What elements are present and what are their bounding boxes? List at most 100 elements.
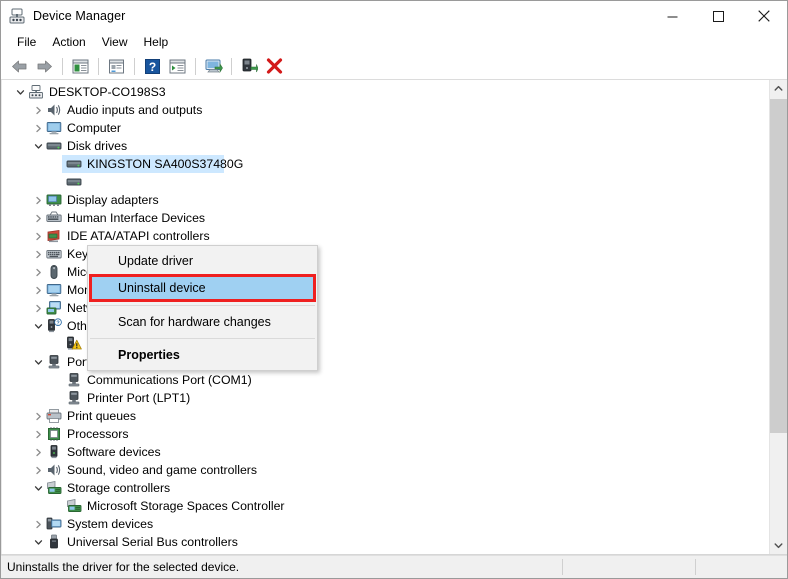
unknown-device-icon: ?: [46, 318, 62, 334]
tree-item-sound-video-and-game-controllers[interactable]: Sound, video and game controllers: [2, 461, 769, 479]
tree-item-label: Software devices: [67, 445, 161, 459]
processor-icon: [46, 426, 62, 442]
tree-item-ide-ata-atapi-controllers[interactable]: IDE ATA/ATAPI controllers: [2, 227, 769, 245]
context-menu-update-driver[interactable]: Update driver: [88, 248, 317, 274]
chevron-right-icon[interactable]: [30, 408, 46, 424]
context-menu-item-label: Properties: [118, 348, 180, 362]
tree-item-label: Processors: [67, 427, 129, 441]
chevron-right-icon[interactable]: [30, 516, 46, 532]
content-area: DESKTOP-CO198S3 Audio inputs and outputs: [1, 80, 787, 555]
tree-item-label: Computer: [67, 121, 121, 135]
tree-item-processors[interactable]: Processors: [2, 425, 769, 443]
chevron-down-icon[interactable]: [30, 534, 46, 550]
status-bar-divider: [562, 559, 563, 575]
tree-item-software-devices[interactable]: Software devices: [2, 443, 769, 461]
chevron-right-icon[interactable]: [30, 264, 46, 280]
tree-item-label: IDE ATA/ATAPI controllers: [67, 229, 210, 243]
maximize-button[interactable]: [695, 1, 741, 31]
chevron-right-icon[interactable]: [30, 192, 46, 208]
svg-text:?: ?: [56, 320, 59, 326]
port-icon: [46, 354, 62, 370]
chevron-right-icon[interactable]: [30, 282, 46, 298]
tree-item-label: Communications Port (COM1): [87, 373, 252, 387]
tree-item-disk-drive-second[interactable]: [2, 173, 769, 191]
context-menu: Update driver Uninstall device Scan for …: [87, 245, 318, 371]
speaker-icon: [46, 462, 62, 478]
update-driver-icon[interactable]: [201, 55, 225, 77]
chevron-down-icon[interactable]: [30, 480, 46, 496]
chevron-down-icon[interactable]: [30, 138, 46, 154]
tree-item-print-queues[interactable]: Print queues: [2, 407, 769, 425]
chevron-right-icon[interactable]: [30, 426, 46, 442]
tree-item-label: Sound, video and game controllers: [67, 463, 258, 477]
tree-item-storage-controllers[interactable]: Storage controllers: [2, 479, 769, 497]
context-menu-separator: [90, 338, 315, 339]
menu-action[interactable]: Action: [44, 33, 93, 51]
ide-controller-icon: [46, 228, 62, 244]
menu-help[interactable]: Help: [136, 33, 177, 51]
tree-item-communications-port-com1[interactable]: Communications Port (COM1): [2, 371, 769, 389]
menu-view[interactable]: View: [94, 33, 136, 51]
context-menu-properties[interactable]: Properties: [88, 342, 317, 368]
tree-item-microsoft-storage-spaces-controller[interactable]: Microsoft Storage Spaces Controller: [2, 497, 769, 515]
toolbar: ?: [1, 53, 787, 80]
minimize-button[interactable]: [649, 1, 695, 31]
properties-icon[interactable]: [104, 55, 128, 77]
chevron-down-icon[interactable]: [30, 354, 46, 370]
chevron-right-icon[interactable]: [30, 120, 46, 136]
chevron-down-icon[interactable]: [12, 84, 28, 100]
forward-icon[interactable]: [32, 55, 56, 77]
tree-item-desktop[interactable]: DESKTOP-CO198S3: [2, 83, 769, 101]
tree-item-label: Display adapters: [67, 193, 159, 207]
storage-controller-icon: [46, 480, 62, 496]
device-tree[interactable]: DESKTOP-CO198S3 Audio inputs and outputs: [1, 80, 769, 554]
scroll-down-button[interactable]: [770, 537, 787, 554]
tree-item-kingston-disk[interactable]: KINGSTON SA400S37480G: [2, 155, 769, 173]
scroll-up-button[interactable]: [770, 80, 787, 97]
vertical-scrollbar[interactable]: [769, 80, 787, 554]
disk-drive-icon: [66, 156, 82, 172]
tree-item-computer[interactable]: Computer: [2, 119, 769, 137]
toolbar-separator: [195, 57, 196, 75]
scrollbar-thumb[interactable]: [770, 99, 787, 433]
tree-item-audio-inputs-and-outputs[interactable]: Audio inputs and outputs: [2, 101, 769, 119]
tree-item-label: KINGSTON SA400S37480G: [87, 157, 244, 171]
close-button[interactable]: [741, 1, 787, 31]
tree-item-display-adapters[interactable]: Display adapters: [2, 191, 769, 209]
software-device-icon: [46, 444, 62, 460]
context-menu-scan-for-hardware-changes[interactable]: Scan for hardware changes: [88, 309, 317, 335]
chevron-right-icon[interactable]: [30, 462, 46, 478]
title-bar: Device Manager: [1, 1, 787, 31]
chevron-down-icon[interactable]: [30, 318, 46, 334]
speaker-icon: [46, 102, 62, 118]
device-manager-window: Device Manager File Action View Help ? D…: [0, 0, 788, 579]
context-menu-item-label: Scan for hardware changes: [118, 315, 271, 329]
unknown-device-warning-icon: [66, 336, 82, 352]
chevron-right-icon[interactable]: [30, 102, 46, 118]
storage-controller-icon: [66, 498, 82, 514]
menu-bar: File Action View Help: [1, 31, 787, 53]
chevron-right-icon[interactable]: [30, 300, 46, 316]
chevron-right-icon[interactable]: [30, 444, 46, 460]
scan-for-hardware-changes-icon[interactable]: [237, 55, 261, 77]
status-bar-text: Uninstalls the driver for the selected d…: [7, 560, 240, 574]
show-hide-action-pane-icon[interactable]: [165, 55, 189, 77]
tree-item-label: System devices: [67, 517, 154, 531]
menu-file[interactable]: File: [9, 33, 44, 51]
tree-item-disk-drives[interactable]: Disk drives: [2, 137, 769, 155]
tree-item-human-interface-devices[interactable]: Human Interface Devices: [2, 209, 769, 227]
context-menu-uninstall-device[interactable]: Uninstall device: [89, 274, 316, 302]
tree-item-universal-serial-bus-controllers[interactable]: Universal Serial Bus controllers: [2, 533, 769, 551]
chevron-right-icon[interactable]: [30, 246, 46, 262]
tree-item-printer-port-lpt1[interactable]: Printer Port (LPT1): [2, 389, 769, 407]
help-icon[interactable]: ?: [140, 55, 164, 77]
chevron-right-icon[interactable]: [30, 210, 46, 226]
toolbar-separator: [98, 57, 99, 75]
svg-text:?: ?: [148, 60, 155, 74]
chevron-right-icon[interactable]: [30, 228, 46, 244]
tree-item-system-devices[interactable]: System devices: [2, 515, 769, 533]
uninstall-device-icon[interactable]: [262, 55, 286, 77]
back-icon[interactable]: [7, 55, 31, 77]
show-hide-console-tree-icon[interactable]: [68, 55, 92, 77]
monitor-icon: [46, 120, 62, 136]
